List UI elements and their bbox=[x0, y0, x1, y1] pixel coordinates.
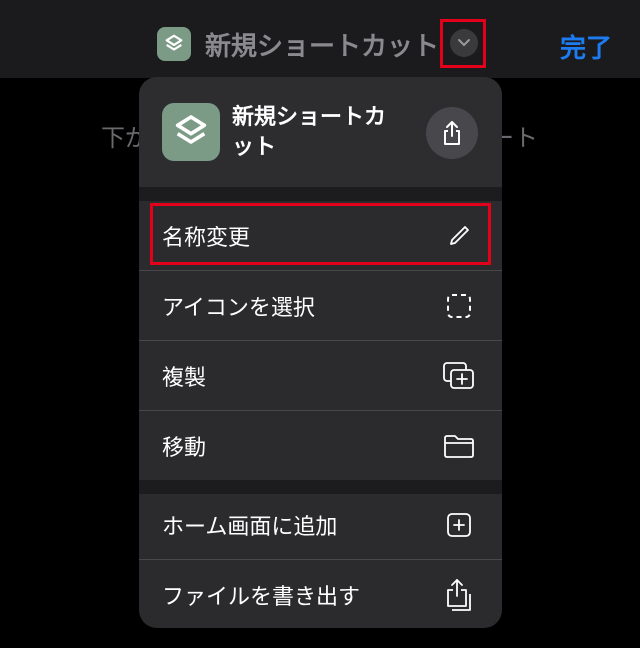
shortcut-name: 新規ショートカット bbox=[232, 105, 387, 160]
highlight-box-menu-button bbox=[440, 19, 486, 68]
section-separator bbox=[139, 187, 502, 201]
export-icon bbox=[442, 578, 476, 612]
folder-icon bbox=[442, 429, 476, 463]
shortcut-app-icon bbox=[162, 103, 220, 161]
shortcut-title[interactable]: 新規ショートカット bbox=[157, 24, 439, 64]
context-menu: 新規ショートカット 名称変更 アイコンを選択 複製 移動 ホーム画面に追加 ファ… bbox=[139, 77, 502, 628]
menu-item-label: ホーム画面に追加 bbox=[162, 514, 338, 540]
menu-item-label: 移動 bbox=[162, 435, 207, 461]
title-text: 新規ショートカット bbox=[205, 31, 440, 62]
menu-header: 新規ショートカット bbox=[139, 77, 502, 187]
duplicate-icon bbox=[442, 359, 476, 393]
share-icon bbox=[444, 121, 460, 145]
menu-item-duplicate[interactable]: 複製 bbox=[139, 341, 502, 410]
menu-item-label: ファイルを書き出す bbox=[162, 584, 361, 610]
share-button[interactable] bbox=[426, 107, 478, 159]
menu-item-add-to-home-screen[interactable]: ホーム画面に追加 bbox=[139, 490, 502, 559]
shortcuts-app-icon bbox=[157, 27, 191, 61]
highlight-box-rename bbox=[150, 203, 491, 265]
plus-square-icon bbox=[442, 508, 476, 542]
menu-item-move[interactable]: 移動 bbox=[139, 411, 502, 480]
navigation-bar: 新規ショートカット 完了 bbox=[0, 0, 640, 78]
dashed-square-icon bbox=[442, 289, 476, 323]
done-button[interactable]: 完了 bbox=[560, 28, 612, 65]
menu-item-export-file[interactable]: ファイルを書き出す bbox=[139, 560, 502, 628]
menu-item-label: アイコンを選択 bbox=[162, 295, 315, 321]
menu-item-label: 複製 bbox=[162, 365, 207, 391]
menu-item-choose-icon[interactable]: アイコンを選択 bbox=[139, 271, 502, 340]
